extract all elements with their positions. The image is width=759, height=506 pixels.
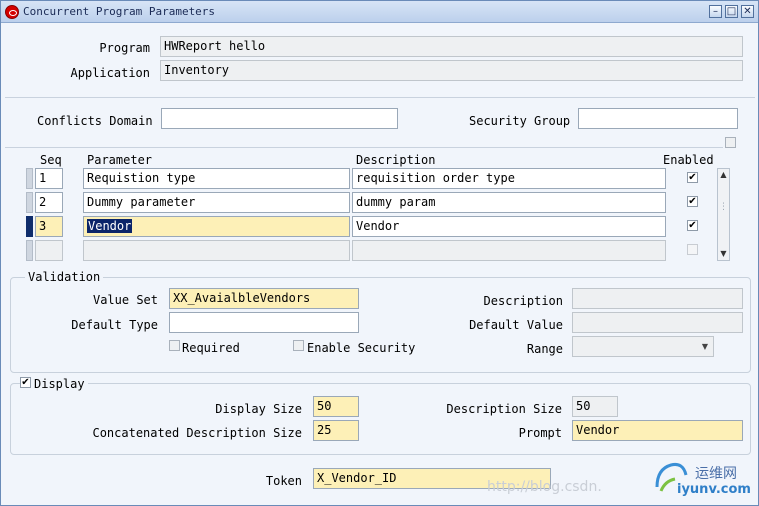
display-size-label: Display Size <box>215 402 302 416</box>
enabled-checkbox[interactable] <box>687 244 698 255</box>
watermark-url: http://blog.csdn. <box>487 479 602 495</box>
display-checkbox[interactable]: ✔ <box>20 377 31 388</box>
row-indicator-current[interactable] <box>26 216 33 237</box>
description-label: Description <box>483 294 563 308</box>
seq-cell[interactable]: 2 <box>35 192 63 213</box>
security-group-field[interactable] <box>578 108 738 129</box>
row-indicator[interactable] <box>26 168 33 189</box>
enabled-checkbox[interactable]: ✔ <box>687 172 698 183</box>
grid-header-enabled: Enabled <box>663 153 714 167</box>
prompt-label: Prompt <box>518 426 562 440</box>
security-group-label: Security Group <box>469 114 571 128</box>
prompt-field[interactable]: Vendor <box>572 420 743 441</box>
program-field[interactable]: HWReport hello <box>160 36 743 57</box>
row-indicator[interactable] <box>26 240 33 261</box>
application-field[interactable]: Inventory <box>160 60 743 81</box>
default-type-label: Default Type <box>71 318 158 332</box>
description-cell[interactable]: Vendor <box>352 216 666 237</box>
display-group <box>10 383 751 455</box>
description-cell[interactable]: requisition order type <box>352 168 666 189</box>
validation-title: Validation <box>25 270 104 284</box>
validation-description-field[interactable] <box>572 288 743 309</box>
grid-header-description: Description <box>356 153 436 167</box>
scroll-up-icon[interactable]: ▲ <box>718 169 729 181</box>
chevron-down-icon[interactable]: ▼ <box>698 338 712 355</box>
conflicts-domain-field[interactable] <box>161 108 398 129</box>
description-size-field[interactable]: 50 <box>572 396 618 417</box>
record-checkbox[interactable] <box>725 137 736 148</box>
minimize-icon[interactable]: – <box>709 5 722 18</box>
description-cell[interactable] <box>352 240 666 261</box>
close-icon[interactable]: ✕ <box>741 5 754 18</box>
concurrent-program-parameters-window: Concurrent Program Parameters – □ ✕ Prog… <box>0 0 759 506</box>
enable-security-checkbox[interactable] <box>293 340 304 351</box>
value-set-label: Value Set <box>92 293 158 307</box>
program-label: Program <box>99 41 150 55</box>
scroll-thumb[interactable]: ⋮ <box>718 201 729 213</box>
maximize-icon[interactable]: □ <box>725 5 738 18</box>
seq-cell[interactable]: 1 <box>35 168 63 189</box>
watermark-site: iyunv.com <box>677 482 751 497</box>
row-indicator[interactable] <box>26 192 33 213</box>
seq-cell[interactable] <box>35 240 63 261</box>
seq-cell[interactable]: 3 <box>35 216 63 237</box>
parameter-cell[interactable] <box>83 240 350 261</box>
token-label: Token <box>265 474 302 488</box>
enable-security-label: Enable Security <box>307 341 416 355</box>
description-cell[interactable]: dummy param <box>352 192 666 213</box>
parameter-cell[interactable]: Dummy parameter <box>83 192 350 213</box>
grid-scrollbar[interactable]: ▲ ⋮ ▼ <box>717 168 730 261</box>
concatenated-description-size-label: Concatenated Description Size <box>92 426 302 440</box>
default-value-label: Default Value <box>469 318 563 332</box>
grid-header-parameter: Parameter <box>87 153 153 167</box>
enabled-checkbox[interactable]: ✔ <box>687 220 698 231</box>
window-title: Concurrent Program Parameters <box>23 5 216 18</box>
range-dropdown[interactable]: ▼ <box>572 336 714 357</box>
enabled-checkbox[interactable]: ✔ <box>687 196 698 207</box>
description-size-label: Description Size <box>446 402 562 416</box>
conflicts-domain-label: Conflicts Domain <box>37 114 153 128</box>
range-label: Range <box>526 342 563 356</box>
divider <box>5 97 755 98</box>
default-value-field[interactable] <box>572 312 743 333</box>
value-set-field[interactable]: XX_AvaialbleVendors <box>169 288 359 309</box>
display-title: Display <box>31 377 88 391</box>
required-checkbox[interactable] <box>169 340 180 351</box>
required-label: Required <box>182 341 240 355</box>
watermark-brand: 运维网 <box>695 466 737 482</box>
application-label: Application <box>70 66 150 80</box>
selected-text: Vendor <box>87 219 133 233</box>
parameter-cell[interactable]: Requistion type <box>83 168 350 189</box>
parameter-cell-selected[interactable]: Vendor <box>83 216 350 237</box>
grid-header-seq: Seq <box>40 153 62 167</box>
display-size-field[interactable]: 50 <box>313 396 359 417</box>
concatenated-description-size-field[interactable]: 25 <box>313 420 359 441</box>
divider <box>5 147 723 148</box>
title-bar: Concurrent Program Parameters – □ ✕ <box>1 1 758 23</box>
default-type-field[interactable] <box>169 312 359 333</box>
scroll-down-icon[interactable]: ▼ <box>718 248 729 260</box>
oracle-logo-icon <box>5 5 19 19</box>
